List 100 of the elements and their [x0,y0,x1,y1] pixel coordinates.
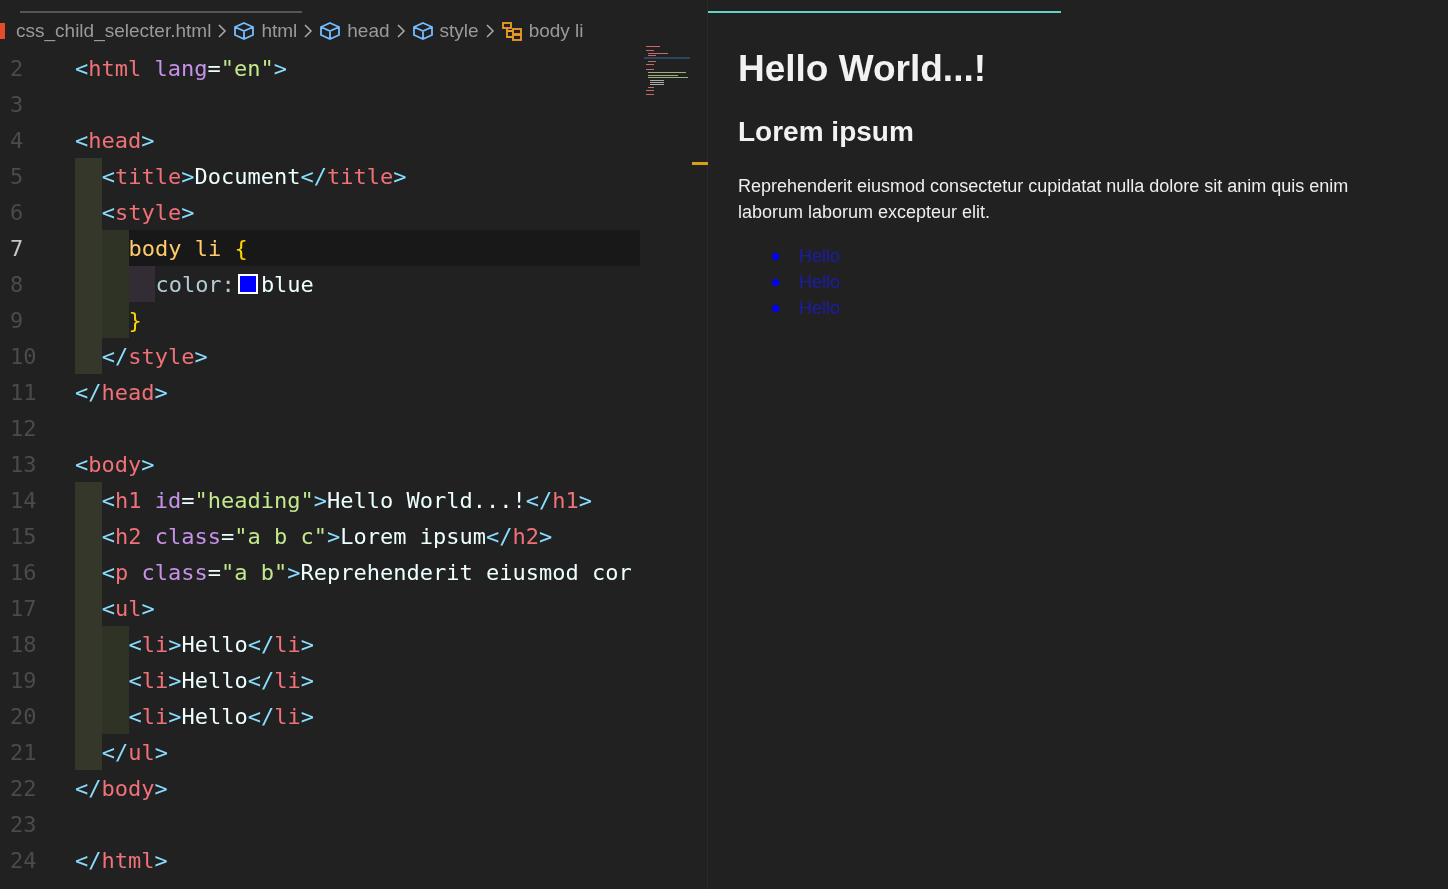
code-token: </ [75,378,102,407]
code-token: html [101,846,155,875]
code-token: body [88,450,142,479]
code-token: head [101,378,155,407]
code-token: </ [101,738,129,767]
code-token: </ [525,486,553,515]
list-item: Hello [799,296,841,320]
code-token: < [75,450,89,479]
code-token: > [141,450,155,479]
code-token: style [115,198,182,227]
code-token: < [128,630,142,659]
code-token: li [274,666,301,695]
code-token: < [75,54,89,83]
bullet-icon [772,304,779,312]
code-token: blue [260,270,314,299]
chevron-icon [303,24,314,38]
code-token: li [141,702,169,731]
code-token: </ [75,846,102,875]
code-token: > [300,630,315,659]
cube-icon [233,21,256,41]
code-token: h1 [552,486,579,515]
code-token: > [141,126,155,155]
code-token: = [221,522,235,551]
code-token: h2 [115,522,142,551]
bullet-icon [772,252,779,260]
code-token: < [128,666,142,695]
code-token: } [128,306,142,335]
code-token: </ [247,666,275,695]
code-token: > [287,558,301,587]
code-token: > [393,162,407,191]
code-token: Hello [181,630,248,659]
color-swatch[interactable] [237,274,258,294]
breadcrumb-item[interactable]: html [261,16,298,46]
code-token: title [327,162,394,191]
code-token: > [168,702,182,731]
cube-icon [411,21,434,41]
code-token: Lorem ipsum [340,522,486,551]
code-token: "heading" [194,486,314,515]
code-token: style [128,342,195,371]
page-paragraph: Reprehenderit eiusmod consectetur cupidatat nulla dolore sit anim quis enim laborum laborum excepteur elit. [738,175,1350,224]
code-token: li [274,630,301,659]
code-token: > [154,774,168,803]
file-icon [0,23,5,39]
hierarchy-icon [500,21,523,41]
code-token: < [101,198,116,227]
code-token: html [88,54,142,83]
breadcrumb-item[interactable]: style [439,16,479,46]
code-token: li [141,630,169,659]
code-token: > [181,198,195,227]
code-token: "a b" [221,558,288,587]
code-token: title [115,162,182,191]
chevron-icon [395,24,406,38]
code-token: < [101,162,116,191]
breadcrumb-item[interactable]: body li [528,16,584,46]
code-token: > [538,522,553,551]
code-token: > [273,54,287,83]
code-token: </ [485,522,513,551]
code-token: body [101,774,155,803]
code-token: lang [153,54,208,83]
code-token: "en" [220,54,274,83]
code-token: { [233,234,248,263]
line-number: 7 [9,234,25,263]
code-token: color: [155,270,235,299]
code-token: < [101,522,116,551]
code-token: class [153,522,222,551]
indent-guide [128,266,156,302]
code-token: </ [101,342,129,371]
code-token: > [300,702,315,731]
code-token: p [115,558,129,587]
code-token: > [181,162,195,191]
indent-guide [101,230,129,266]
code-token: li [274,702,301,731]
code-token: > [168,630,182,659]
code-token: </ [247,702,275,731]
breadcrumb-item[interactable]: head [347,16,390,46]
code-token: ul [128,738,155,767]
code-token: Hello [181,666,248,695]
code-token: head [88,126,142,155]
code-token: > [313,486,327,515]
code-token: = [181,486,195,515]
code-token: ul [115,594,142,623]
code-token: </ [75,774,102,803]
code-token: Hello [181,702,248,731]
code-token: > [194,342,208,371]
code-token: > [141,594,155,623]
code-token: < [101,558,116,587]
code-token: h2 [512,522,539,551]
code-token: class [140,558,208,587]
code-token: < [75,126,89,155]
code-token: Reprehenderit eiusmod cor [300,558,632,587]
breadcrumb-item[interactable]: css_child_selecter.html [16,16,212,46]
code-token: Hello World...! [327,486,526,515]
code-token: > [300,666,315,695]
code-token: < [128,702,142,731]
code-token: id [153,486,182,515]
page-subheading: Lorem ipsum [738,115,915,149]
code-token: > [154,846,168,875]
code-token: > [154,738,169,767]
cube-icon [319,21,342,41]
list-item: Hello [799,270,841,294]
